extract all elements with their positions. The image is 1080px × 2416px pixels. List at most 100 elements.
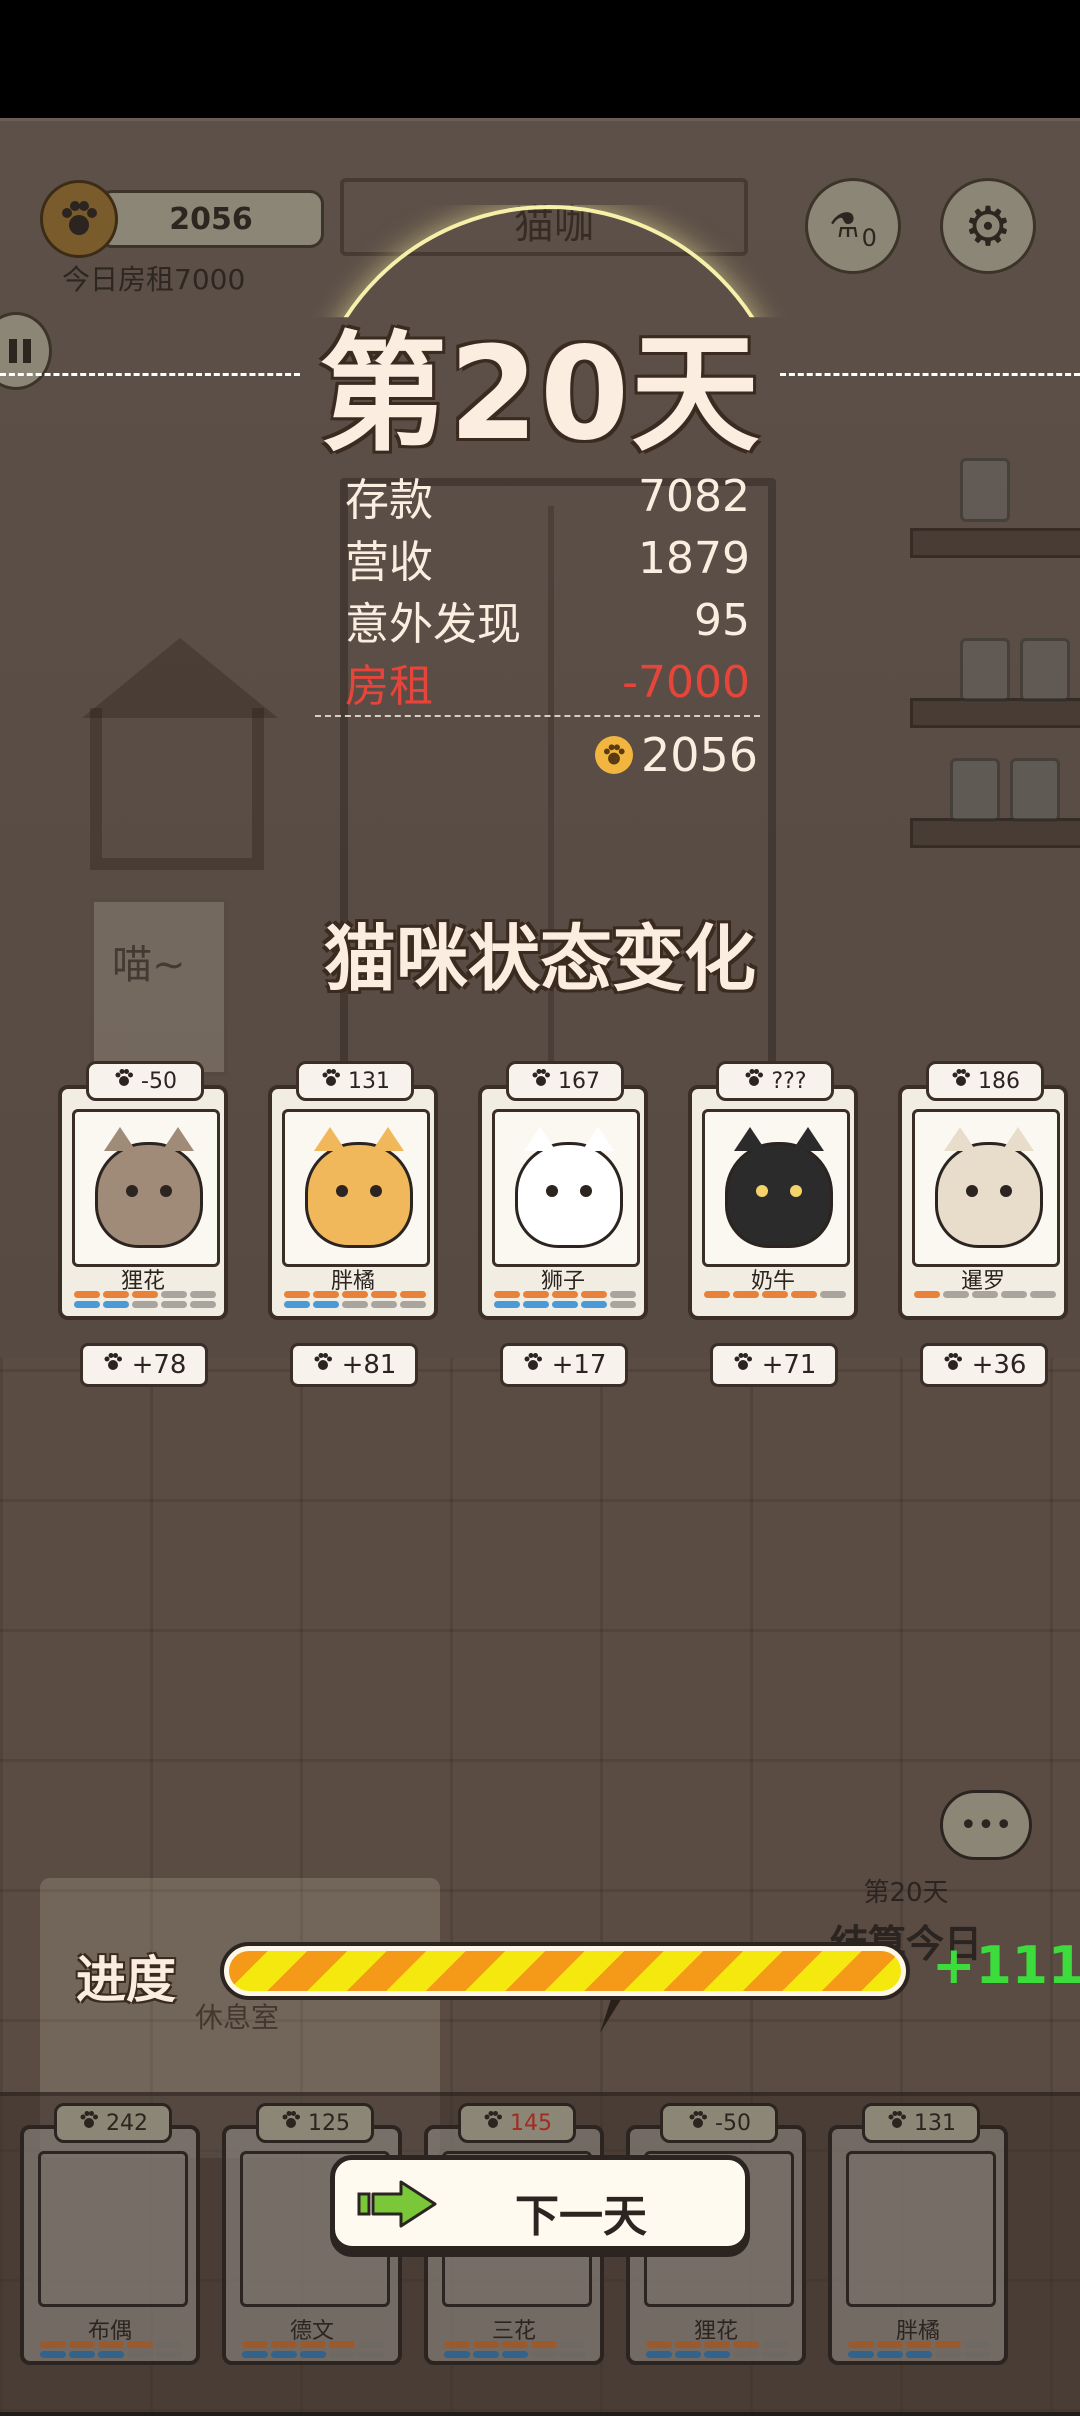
stat-bar-segment	[313, 1301, 339, 1308]
progress-gain: +111	[932, 1936, 1080, 1996]
progress-bar	[220, 1942, 910, 2000]
stat-bar-segment	[1030, 1291, 1056, 1298]
stat-bar-segment	[132, 1291, 158, 1298]
paw-icon	[482, 2109, 504, 2137]
day-title: 第20天	[318, 320, 762, 469]
jar	[1020, 638, 1070, 702]
stat-bar-segment	[132, 1301, 158, 1308]
cat-portrait	[282, 1109, 430, 1267]
stat-bar-row	[284, 1291, 426, 1298]
reward-value: +36	[971, 1350, 1027, 1380]
stat-bar-segment	[791, 1291, 817, 1298]
cat-illustration	[725, 1127, 833, 1248]
cat-portrait	[702, 1109, 850, 1267]
cat-score: 167	[558, 1068, 600, 1094]
dock-score-badge: 131	[862, 2103, 980, 2143]
jar	[960, 638, 1010, 702]
coin-value: 2056	[98, 190, 324, 248]
cat-card[interactable]: 131 胖橘	[268, 1061, 438, 1320]
stat-bar-segment	[74, 1291, 100, 1298]
settings-button[interactable]: ⚙	[940, 178, 1036, 274]
dock-stat-bars	[40, 2341, 182, 2361]
stat-bar-segment	[610, 1291, 636, 1298]
cat-portrait	[492, 1109, 640, 1267]
stat-bar-segment	[972, 1291, 998, 1298]
stat-bar-segment	[581, 1301, 607, 1308]
stat-bar-segment	[762, 1291, 788, 1298]
dock-stat-bars	[848, 2341, 990, 2361]
stat-bar-segment	[523, 1301, 549, 1308]
cat-stat-bars	[494, 1291, 636, 1311]
stat-bar-segment	[161, 1291, 187, 1298]
cat-score: 131	[348, 1068, 390, 1094]
stat-bar-segment	[1001, 1291, 1027, 1298]
stat-label: 意外发现	[345, 599, 521, 650]
cat-reward: +71	[710, 1343, 838, 1387]
paw-icon	[743, 1067, 765, 1095]
stat-value: 7082	[638, 470, 750, 522]
dock-score: -50	[715, 2110, 751, 2136]
cat-score: 186	[978, 1068, 1020, 1094]
total-coins: 2056	[595, 728, 758, 782]
paw-icon	[886, 2109, 908, 2137]
shelf	[910, 818, 1080, 848]
cat-stat-bars	[914, 1291, 1056, 1301]
stat-bar-segment	[552, 1291, 578, 1298]
stat-bar-row	[284, 1301, 426, 1308]
cat-card[interactable]: 167 狮子	[478, 1061, 648, 1320]
cat-score: -50	[141, 1068, 177, 1094]
chat-bubble-icon[interactable]: •••	[940, 1790, 1032, 1860]
potion-button[interactable]: ⚗ 0	[805, 178, 901, 274]
stat-bar-segment	[284, 1291, 310, 1298]
stat-bar-segment	[74, 1301, 100, 1308]
paw-icon	[113, 1067, 135, 1095]
wall-trim	[0, 118, 1080, 121]
stat-bar-segment	[161, 1301, 187, 1308]
cat-reward: +36	[920, 1343, 1048, 1387]
stat-row-found: 意外发现 95	[345, 589, 750, 651]
reward-value: +71	[761, 1350, 817, 1380]
cat-card[interactable]: ??? 奶牛	[688, 1061, 858, 1320]
stat-value: 95	[694, 594, 750, 646]
cat-stat-bars	[704, 1291, 846, 1301]
stat-bar-segment	[494, 1301, 520, 1308]
cat-score-badge: 186	[926, 1061, 1044, 1101]
stat-bar-segment	[552, 1301, 578, 1308]
cat-score-badge: 131	[296, 1061, 414, 1101]
stat-bar-row	[74, 1291, 216, 1298]
cat-card[interactable]: 186 暹罗	[898, 1061, 1068, 1320]
paw-icon	[950, 1067, 972, 1095]
jar	[1010, 758, 1060, 822]
cat-illustration	[305, 1127, 413, 1248]
dock-score: 145	[510, 2110, 552, 2136]
stats-divider	[315, 715, 760, 717]
dock-stat-bars	[242, 2341, 384, 2361]
dock-cat-card[interactable]: 242 布偶	[20, 2103, 200, 2365]
cat-illustration	[935, 1127, 1043, 1248]
stat-bar-row	[494, 1291, 636, 1298]
paw-icon	[312, 1350, 334, 1380]
stat-bar-segment	[371, 1301, 397, 1308]
rest-room-label: 休息室	[195, 2001, 280, 2034]
stat-bar-segment	[342, 1301, 368, 1308]
cat-reward: +17	[500, 1343, 628, 1387]
coin-counter[interactable]: 2056	[40, 180, 324, 258]
stat-row-revenue: 营收 1879	[345, 527, 750, 589]
stat-label: 房租	[345, 661, 433, 712]
paw-icon	[732, 1350, 754, 1380]
cat-stat-bars	[284, 1291, 426, 1311]
settle-day: 第20天	[863, 1878, 949, 1908]
dock-cat-card[interactable]: 131 胖橘	[828, 2103, 1008, 2365]
cat-reward: +81	[290, 1343, 418, 1387]
stat-bar-segment	[610, 1301, 636, 1308]
next-day-button[interactable]: 下一天	[330, 2155, 750, 2251]
stat-bar-segment	[284, 1301, 310, 1308]
section-title: 猫咪状态变化	[323, 917, 756, 1001]
dock-score: 131	[914, 2110, 956, 2136]
total-value: 2056	[641, 728, 759, 782]
cat-card[interactable]: -50 狸花	[58, 1061, 228, 1320]
reward-value: +81	[341, 1350, 397, 1380]
dock-score-badge: -50	[660, 2103, 778, 2143]
stat-row-rent: 房租 -7000	[345, 651, 750, 713]
cat-score: ???	[771, 1068, 807, 1094]
